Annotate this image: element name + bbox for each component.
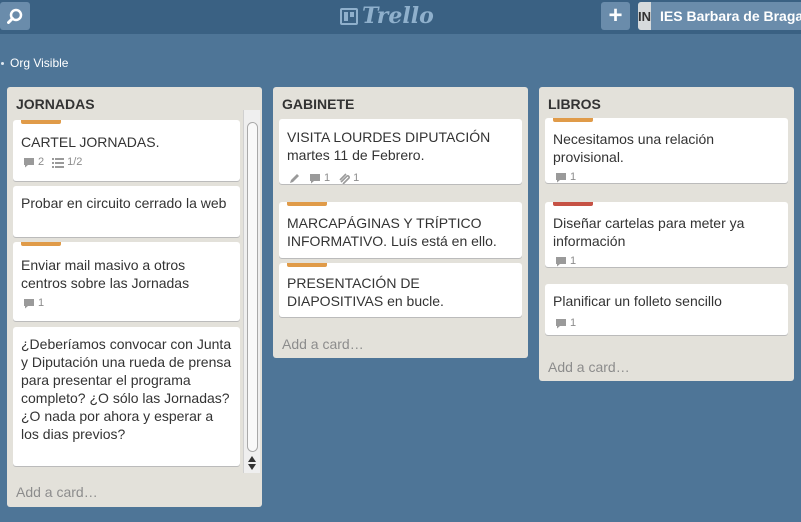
card-label-red [553, 202, 593, 206]
comments-badge: 1 [555, 255, 576, 267]
card-title: PRESENTACIÓN DE DIAPOSITIVAS en bucle. [287, 275, 444, 309]
card-badges: 1 [23, 297, 44, 309]
attachments-count: 1 [353, 172, 360, 184]
card-badges: 1 1 [289, 172, 359, 184]
card[interactable]: Probar en circuito cerrado la web [13, 186, 240, 237]
card[interactable]: PRESENTACIÓN DE DIAPOSITIVAS en bucle. [279, 263, 522, 317]
logo-text: Trello [362, 3, 434, 29]
card[interactable]: CARTEL JORNADAS. 2 1/2 [13, 120, 240, 181]
paperclip-icon [339, 172, 351, 184]
add-card-link[interactable]: Add a card… [282, 336, 364, 352]
comments-badge: 1 [23, 297, 44, 309]
visibility-label: Org Visible [10, 56, 69, 70]
comments-count: 1 [570, 255, 577, 267]
search-button[interactable] [0, 2, 30, 30]
comments-badge: 1 [555, 171, 576, 183]
card-label-orange [21, 242, 61, 246]
trello-logo[interactable]: Trello [340, 3, 434, 29]
card-title: Necesitamos una relación provisional. [553, 131, 715, 165]
scroll-up-arrow-icon[interactable] [248, 456, 256, 462]
card-title: VISITA LOURDES DIPUTACIÓN martes 11 de F… [287, 129, 491, 163]
comments-count: 1 [570, 171, 577, 183]
plus-icon: + [608, 2, 623, 29]
comment-icon [24, 157, 34, 167]
card-label-orange [287, 263, 327, 267]
comment-icon [556, 318, 566, 328]
checklist-icon [52, 157, 65, 168]
scrollbar-thumb[interactable] [247, 122, 258, 452]
card-title: ¿Deberíamos convocar con Junta y Diputac… [21, 336, 232, 442]
card[interactable]: MARCAPÁGINAS Y TRÍPTICO INFORMATIVO. Luí… [279, 202, 522, 258]
card-title: Planificar un folleto sencillo [553, 293, 722, 309]
comment-icon [24, 298, 34, 308]
card[interactable]: Necesitamos una relación provisional. 1 [545, 118, 788, 183]
card-title: Probar en circuito cerrado la web [21, 195, 227, 211]
board-visibility[interactable]: Org Visible [0, 55, 68, 71]
list-title[interactable]: LIBROS [548, 96, 601, 112]
card[interactable]: ¿Deberíamos convocar con Junta y Diputac… [13, 327, 240, 466]
card[interactable]: VISITA LOURDES DIPUTACIÓN martes 11 de F… [279, 119, 522, 184]
comments-badge: 2 [23, 156, 44, 168]
card-badges: 1 [555, 317, 576, 329]
comments-count: 2 [38, 156, 45, 168]
card-title: CARTEL JORNADAS. [21, 134, 160, 150]
card[interactable]: Planificar un folleto sencillo 1 [545, 284, 788, 335]
comments-count: 1 [38, 297, 45, 309]
card-label-orange [287, 202, 327, 206]
card-title: MARCAPÁGINAS Y TRÍPTICO INFORMATIVO. Luí… [287, 215, 497, 249]
comment-icon [310, 173, 320, 183]
card-badges: 1 [555, 171, 576, 183]
attachments-badge: 1 [338, 172, 359, 184]
list-libros: LIBROS Necesitamos una relación provisio… [539, 87, 794, 381]
org-name: IES Barbara de Braganza [660, 8, 801, 24]
comments-count: 1 [570, 317, 577, 329]
search-icon [7, 8, 23, 24]
comments-badge: 1 [309, 172, 330, 184]
list-jornadas: JORNADAS CARTEL JORNADAS. 2 1/2 Probar e… [7, 87, 262, 507]
org-avatar: IN [638, 2, 651, 30]
card-badges: 2 1/2 [23, 156, 82, 168]
card-title: Enviar mail masivo a otros centros sobre… [21, 257, 190, 291]
card-label-orange [21, 120, 61, 124]
add-button[interactable]: + [601, 2, 630, 30]
card[interactable]: Enviar mail masivo a otros centros sobre… [13, 242, 240, 321]
checklist-badge: 1/2 [52, 156, 82, 168]
comments-badge: 1 [555, 317, 576, 329]
org-button[interactable]: IN IES Barbara de Braganza [638, 2, 801, 30]
top-header: Trello + IN IES Barbara de Braganza [0, 0, 801, 34]
list-gabinete: GABINETE VISITA LOURDES DIPUTACIÓN marte… [273, 87, 528, 358]
trello-board-icon [340, 7, 358, 25]
pencil-icon [290, 173, 299, 183]
bullet-icon [1, 61, 4, 65]
comment-icon [556, 256, 566, 266]
card[interactable]: Diseñar cartelas para meter ya informaci… [545, 202, 788, 267]
description-badge [289, 173, 301, 184]
list-title[interactable]: GABINETE [282, 96, 354, 112]
comment-icon [556, 172, 566, 182]
checklist-count: 1/2 [67, 156, 83, 168]
scroll-down-arrow-icon[interactable] [248, 464, 256, 470]
card-badges: 1 [555, 255, 576, 267]
comments-count: 1 [324, 172, 331, 184]
list-title[interactable]: JORNADAS [16, 96, 95, 112]
list-scrollbar[interactable] [243, 110, 260, 473]
card-title: Diseñar cartelas para meter ya informaci… [553, 215, 745, 249]
add-card-link[interactable]: Add a card… [16, 484, 98, 500]
card-label-orange [553, 118, 593, 122]
add-card-link[interactable]: Add a card… [548, 359, 630, 375]
